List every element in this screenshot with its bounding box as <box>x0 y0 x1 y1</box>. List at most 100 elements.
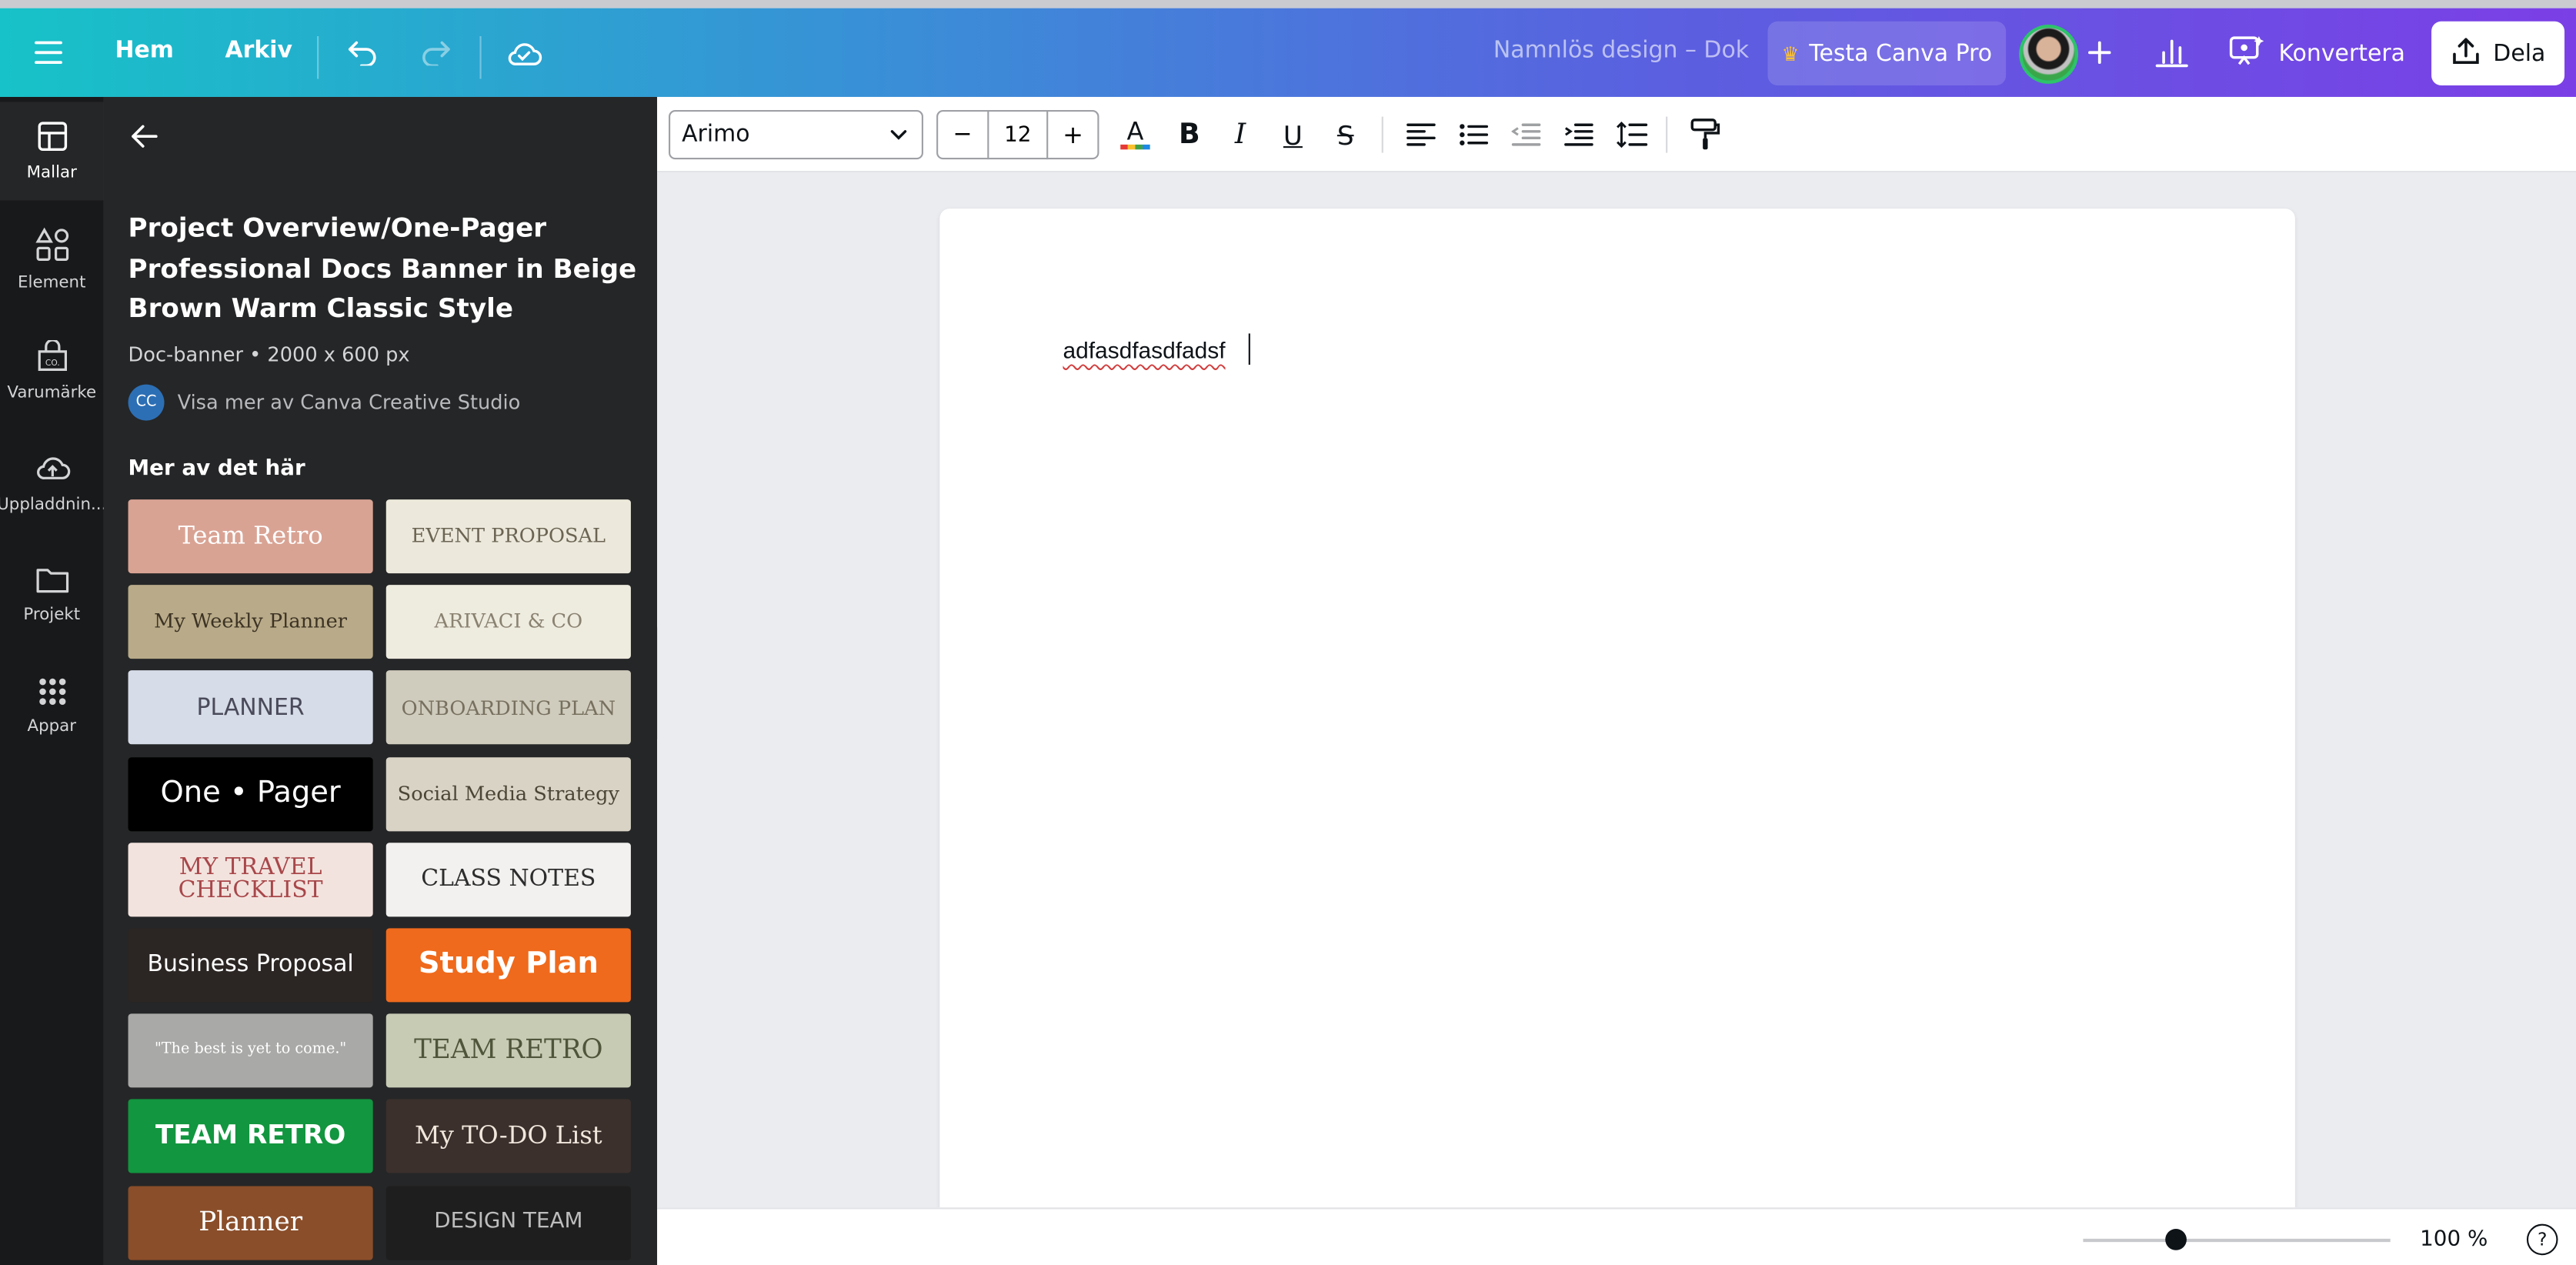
rail-item-apps[interactable]: Appar <box>0 660 104 753</box>
template-thumbnail[interactable]: CLASS NOTES <box>385 842 631 916</box>
redo-icon[interactable] <box>417 33 453 72</box>
rail-label: Uppladdnin... <box>0 496 107 515</box>
zoom-slider-handle[interactable] <box>2165 1229 2187 1250</box>
template-thumbnail[interactable]: PLANNER <box>128 670 373 746</box>
document-page[interactable]: adfasdfasdfadsf <box>939 209 2295 1208</box>
divider <box>479 35 482 79</box>
template-thumbnail-label: Planner <box>199 1205 303 1237</box>
apps-icon <box>37 677 66 712</box>
template-thumbnail-label: Social Media Strategy <box>397 781 619 805</box>
document-title[interactable]: Namnlös design – Dok <box>1493 38 1749 64</box>
rail-item-elements[interactable]: Element <box>0 214 104 306</box>
template-thumbnail[interactable]: Team Retro <box>128 499 373 574</box>
font-size-stepper: − 12 + <box>936 110 1099 160</box>
avatar[interactable] <box>2019 25 2079 84</box>
strikethrough-icon[interactable]: S <box>1323 110 1369 159</box>
add-collaborator-icon[interactable] <box>2083 35 2116 71</box>
template-thumbnail-label: MY TRAVEL CHECKLIST <box>178 853 323 904</box>
increase-font-size-button[interactable]: + <box>1049 120 1097 149</box>
paint-format-icon[interactable] <box>1682 110 1728 159</box>
folder-icon <box>34 565 70 599</box>
bulleted-list-icon[interactable] <box>1450 110 1497 159</box>
line-spacing-icon[interactable] <box>1608 110 1654 159</box>
rail-label: Element <box>18 274 86 293</box>
rail-label: Mallar <box>26 164 77 182</box>
present-convert-icon <box>2229 34 2265 73</box>
template-thumbnail-label: My Weekly Planner <box>154 609 348 633</box>
convert-button[interactable]: Konvertera <box>2210 22 2418 85</box>
font-size-input[interactable]: 12 <box>986 110 1049 160</box>
file-menu-button[interactable]: Arkiv <box>225 38 293 64</box>
creator-link[interactable]: CC Visa mer av Canva Creative Studio <box>128 384 521 421</box>
underline-icon[interactable]: U <box>1270 110 1316 159</box>
template-thumbnail-label: DESIGN TEAM <box>434 1210 583 1235</box>
template-thumbnail[interactable]: Social Media Strategy <box>385 756 631 831</box>
rail-item-brand[interactable]: CO. Varumärke <box>0 325 104 418</box>
rail-label: Varumärke <box>7 384 97 403</box>
templates-icon <box>35 120 68 158</box>
template-thumbnail-label: Business Proposal <box>147 951 354 978</box>
template-thumbnail[interactable]: TEAM RETRO <box>128 1100 373 1174</box>
template-thumbnail-label: One • Pager <box>160 774 341 809</box>
try-pro-label: Testa Canva Pro <box>1809 40 1993 67</box>
home-button[interactable]: Hem <box>115 38 173 64</box>
upload-icon <box>34 452 70 489</box>
rail-label: Projekt <box>23 606 81 625</box>
template-thumbnail[interactable]: ONBOARDING PLAN <box>385 670 631 746</box>
template-thumbnail[interactable]: Business Proposal <box>128 928 373 1003</box>
template-thumbnail-label: EVENT PROPOSAL <box>411 524 606 548</box>
share-label: Dela <box>2493 40 2546 67</box>
rail-item-templates[interactable]: Mallar <box>0 102 104 201</box>
template-thumbnail[interactable]: My TO-DO List <box>385 1100 631 1174</box>
template-thumbnail-label: CLASS NOTES <box>421 866 596 893</box>
text-color-icon[interactable]: A <box>1113 110 1159 159</box>
share-button[interactable]: Dela <box>2431 21 2565 86</box>
menu-icon[interactable] <box>33 33 62 72</box>
svg-text:CO.: CO. <box>45 358 59 368</box>
template-thumbnail[interactable]: DESIGN TEAM <box>385 1185 631 1260</box>
share-upload-icon <box>2451 35 2480 72</box>
insights-chart-icon[interactable] <box>2152 32 2191 75</box>
chevron-down-icon <box>887 123 910 152</box>
template-meta: Doc-banner • 2000 x 600 px <box>128 343 410 367</box>
bold-icon[interactable]: B <box>1166 110 1213 159</box>
decrease-indent-icon[interactable] <box>1503 110 1550 159</box>
undo-icon[interactable] <box>345 33 381 72</box>
canvas-area: adfasdfasdfadsf <box>657 172 2576 1208</box>
increase-indent-icon[interactable] <box>1556 110 1602 159</box>
try-pro-button[interactable]: ♛ Testa Canva Pro <box>1767 21 2007 86</box>
help-icon[interactable]: ? <box>2526 1223 2558 1256</box>
template-title: Project Overview/One-Pager Professional … <box>128 212 637 324</box>
template-thumbnail[interactable]: TEAM RETRO <box>385 1013 631 1088</box>
template-thumbnail[interactable]: "The best is yet to come." <box>128 1013 373 1088</box>
creator-avatar: CC <box>128 384 165 421</box>
zoom-level[interactable]: 100 % <box>2420 1227 2488 1252</box>
template-thumbnail[interactable]: One • Pager <box>128 756 373 831</box>
font-family-value: Arimo <box>682 121 750 149</box>
template-thumbnail-label: Study Plan <box>418 946 599 981</box>
italic-icon[interactable]: I <box>1217 110 1263 159</box>
divider <box>317 35 319 79</box>
template-thumbnail-label: "The best is yet to come." <box>154 1041 347 1058</box>
cloud-saved-icon[interactable] <box>502 33 546 72</box>
template-thumbnail-label: ONBOARDING PLAN <box>401 696 616 719</box>
more-like-this-heading: Mer av det här <box>128 456 305 482</box>
rail-item-uploads[interactable]: Uppladdnin... <box>0 437 107 529</box>
template-thumbnail[interactable]: Study Plan <box>385 928 631 1003</box>
template-thumbnail-label: TEAM RETRO <box>414 1033 603 1066</box>
templates-panel: Project Overview/One-Pager Professional … <box>103 96 658 1265</box>
divider <box>1381 116 1383 153</box>
template-thumbnail[interactable]: MY TRAVEL CHECKLIST <box>128 842 373 916</box>
decrease-font-size-button[interactable]: − <box>938 122 986 148</box>
rail-label: Appar <box>27 718 77 736</box>
template-thumbnail[interactable]: My Weekly Planner <box>128 585 373 659</box>
back-arrow-icon[interactable] <box>130 123 159 156</box>
template-thumbnail[interactable]: ARIVACI & CO <box>385 585 631 659</box>
align-left-icon[interactable] <box>1398 110 1444 159</box>
document-text[interactable]: adfasdfasdfadsf <box>1063 337 1225 363</box>
template-thumbnail[interactable]: EVENT PROPOSAL <box>385 499 631 574</box>
font-family-select[interactable]: Arimo <box>669 110 923 160</box>
rail-item-projects[interactable]: Projekt <box>0 549 104 641</box>
zoom-slider-track[interactable] <box>2083 1238 2391 1243</box>
template-thumbnail[interactable]: Planner <box>128 1185 373 1260</box>
